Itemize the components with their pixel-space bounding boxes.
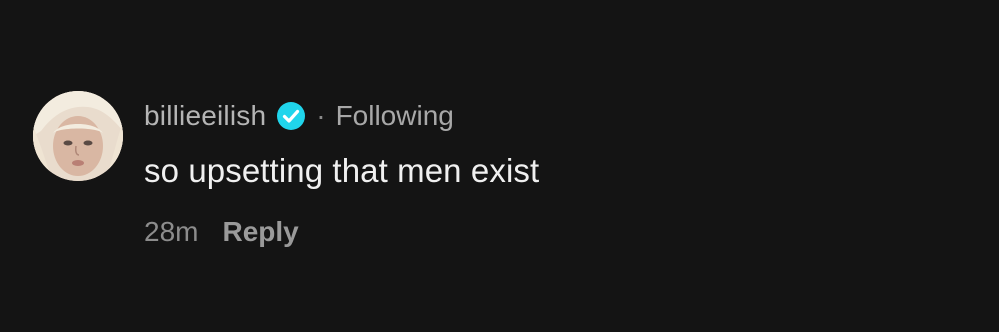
comment-text: so upsetting that men exist	[144, 152, 540, 189]
username-link[interactable]: billieeilish	[144, 100, 266, 132]
avatar[interactable]	[33, 91, 123, 181]
following-status: Following	[335, 100, 454, 131]
timestamp: 28m	[144, 216, 199, 247]
comment-meta: 28m Reply	[144, 216, 299, 248]
user-avatar-icon	[33, 91, 123, 181]
comment-item: billieeilish · Following so upsetting th…	[0, 0, 999, 332]
reply-button[interactable]: Reply	[222, 216, 298, 248]
separator-dot: ·	[316, 100, 326, 131]
verified-badge-icon	[276, 101, 306, 131]
comment-header: billieeilish · Following	[144, 96, 454, 136]
